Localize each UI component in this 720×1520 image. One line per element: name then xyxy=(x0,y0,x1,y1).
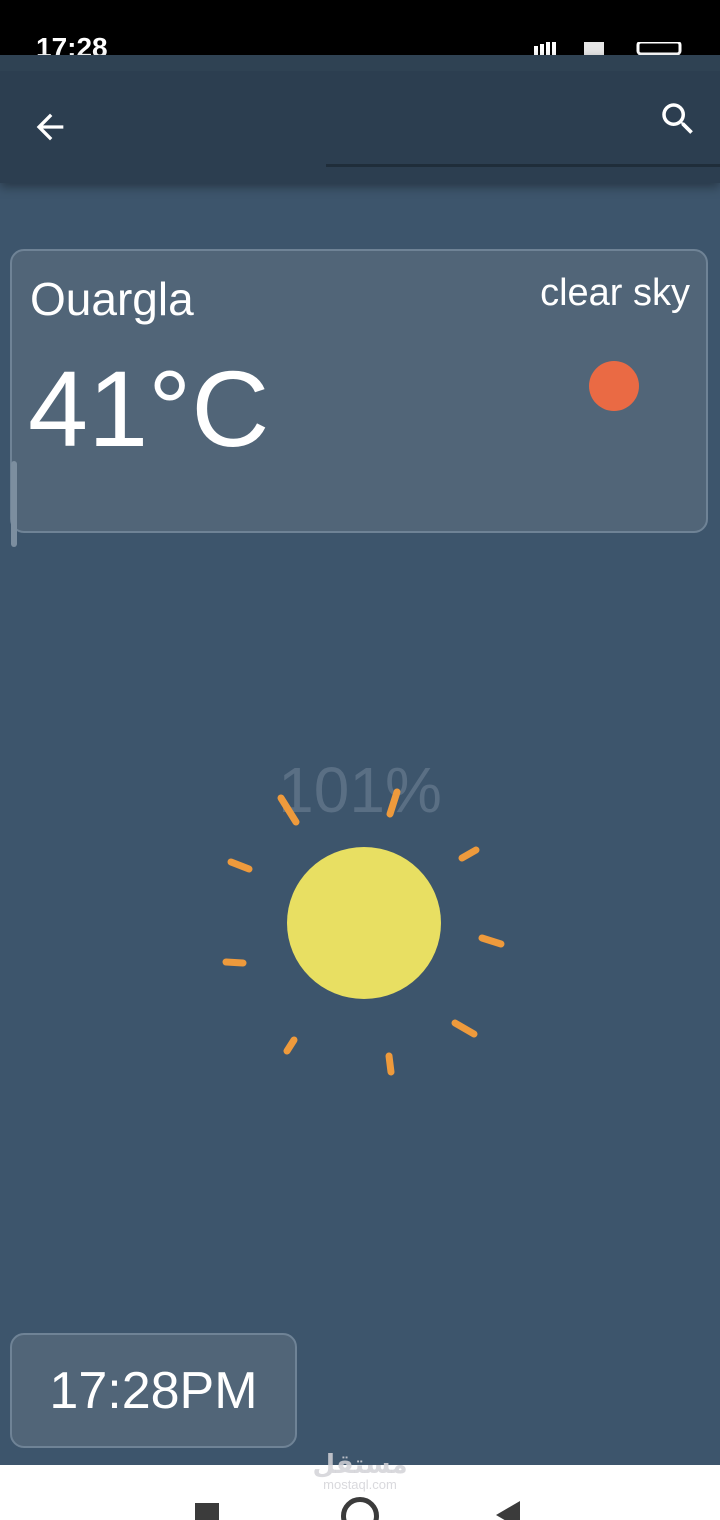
watermark-text: mostaql.com xyxy=(323,1477,397,1492)
arrow-left-icon xyxy=(36,113,64,141)
time-card: 17:28PM xyxy=(10,1333,297,1448)
back-nav-icon[interactable] xyxy=(496,1501,520,1520)
clock-time: 17:28PM xyxy=(49,1362,258,1420)
back-button[interactable] xyxy=(22,99,78,155)
search-button[interactable] xyxy=(650,91,706,147)
status-time: 17:28 xyxy=(36,32,108,56)
temperature: 41°C xyxy=(28,348,270,469)
app-bar xyxy=(0,55,720,183)
sun-dot-icon xyxy=(589,361,639,411)
recent-apps-icon[interactable] xyxy=(195,1503,219,1520)
watermark: مستقل mostaql.com xyxy=(300,1450,420,1492)
weather-condition: clear sky xyxy=(540,272,690,314)
search-icon xyxy=(662,103,693,134)
search-field-underline[interactable] xyxy=(326,164,720,167)
status-bar: 17:28 xyxy=(0,0,720,55)
sun-disc xyxy=(287,847,441,999)
weather-screen: 17:28 Ouargla clear sky 41°C 101% 17:28P… xyxy=(0,0,720,1520)
watermark-logo: مستقل xyxy=(312,1449,408,1479)
home-icon[interactable] xyxy=(341,1497,379,1520)
sun-icon xyxy=(222,788,505,1076)
city-name: Ouargla xyxy=(30,273,194,325)
app-bar-strip xyxy=(0,55,720,71)
weather-card: Ouargla clear sky 41°C xyxy=(10,249,708,533)
scroll-indicator xyxy=(11,461,17,547)
status-icons xyxy=(534,42,682,55)
